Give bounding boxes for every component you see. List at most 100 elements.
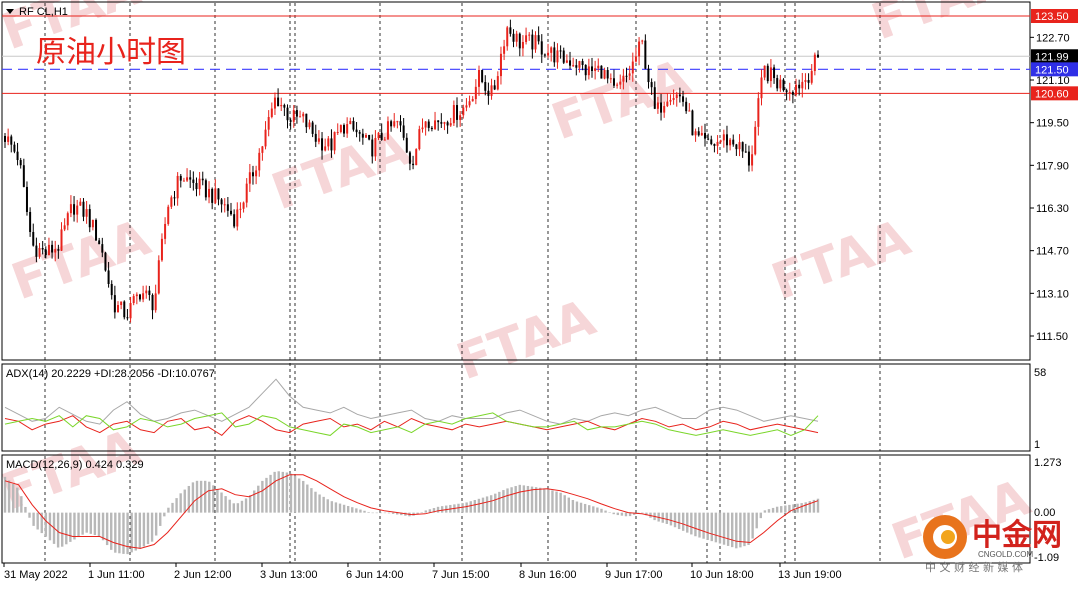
macd-bar bbox=[77, 512, 80, 538]
candle-body bbox=[785, 90, 788, 93]
candle-body bbox=[22, 165, 25, 187]
support-line-tag-text: 120.60 bbox=[1035, 88, 1069, 100]
macd-bar bbox=[669, 512, 673, 526]
time-tick-label: 10 Jun 18:00 bbox=[690, 569, 754, 581]
candle-body bbox=[465, 105, 468, 108]
candle-body bbox=[277, 97, 280, 107]
candle-body bbox=[167, 206, 170, 224]
candle-body bbox=[622, 75, 625, 82]
macd-bar bbox=[735, 512, 738, 549]
candle-body bbox=[292, 110, 295, 122]
candle-body bbox=[763, 65, 766, 78]
logo-tagline: 中 文 财 经 新 媒 体 bbox=[925, 560, 1023, 574]
candle-body bbox=[364, 134, 367, 138]
macd-bar bbox=[44, 512, 48, 537]
candle-body bbox=[807, 80, 810, 83]
macd-bar bbox=[506, 488, 509, 513]
candle-body bbox=[795, 84, 798, 95]
candle-body bbox=[104, 252, 107, 271]
candle-body bbox=[471, 99, 474, 102]
candle-body bbox=[791, 92, 794, 95]
candle-body bbox=[343, 125, 346, 134]
candle-body bbox=[98, 240, 101, 245]
candle-body bbox=[117, 305, 120, 313]
candle-body bbox=[164, 223, 167, 239]
candle-body bbox=[804, 80, 807, 82]
candle-body bbox=[95, 219, 98, 241]
candle-body bbox=[446, 122, 449, 126]
candle-body bbox=[333, 132, 336, 151]
candle-body bbox=[631, 61, 634, 74]
candle-body bbox=[484, 82, 487, 91]
candle-body bbox=[798, 84, 801, 89]
candle-body bbox=[223, 204, 226, 206]
candle-body bbox=[299, 116, 302, 118]
macd-bar bbox=[314, 491, 317, 513]
candle-body bbox=[597, 65, 600, 69]
candle-body bbox=[525, 35, 528, 42]
candle-body bbox=[157, 260, 160, 294]
macd-bar bbox=[751, 512, 754, 539]
candle-body bbox=[346, 124, 349, 134]
candle-body bbox=[60, 229, 63, 251]
candle-body bbox=[456, 105, 459, 120]
macd-bar bbox=[604, 510, 607, 513]
macd-bar bbox=[7, 480, 11, 513]
candle-body bbox=[769, 67, 772, 82]
macd-bar bbox=[236, 503, 240, 513]
candle-body bbox=[248, 172, 251, 184]
candle-body bbox=[553, 47, 556, 63]
candle-body bbox=[744, 151, 747, 153]
candle-body bbox=[499, 53, 502, 77]
macd-bar bbox=[24, 506, 27, 513]
candle-body bbox=[612, 78, 615, 86]
macd-bar bbox=[330, 501, 334, 513]
candle-body bbox=[57, 249, 60, 251]
macd-bar bbox=[383, 512, 387, 514]
macd-bar bbox=[240, 500, 244, 513]
macd-bar bbox=[73, 512, 76, 540]
macd-bar bbox=[220, 492, 223, 513]
macd-bar bbox=[731, 512, 734, 548]
candle-body bbox=[559, 50, 562, 52]
candle-body bbox=[506, 27, 509, 47]
candle-body bbox=[434, 120, 437, 130]
candle-body bbox=[85, 209, 88, 217]
watermark-text: FTAA bbox=[544, 48, 697, 151]
candle-body bbox=[138, 294, 141, 300]
candle-body bbox=[317, 138, 320, 142]
candle-body bbox=[82, 201, 85, 217]
macd-bar bbox=[89, 512, 92, 534]
candle-body bbox=[236, 209, 239, 227]
macd-bar bbox=[379, 512, 383, 514]
candle-body bbox=[32, 231, 35, 246]
macd-bar bbox=[710, 512, 713, 542]
candle-body bbox=[135, 294, 138, 297]
macd-bar bbox=[763, 510, 767, 513]
candle-body bbox=[540, 41, 543, 55]
candle-body bbox=[647, 68, 650, 83]
candle-body bbox=[578, 61, 581, 68]
macd-bar bbox=[555, 491, 558, 513]
candle-body bbox=[650, 82, 653, 88]
macd-bar bbox=[232, 503, 235, 513]
macd-bar bbox=[36, 512, 39, 530]
candle-body bbox=[76, 205, 79, 215]
chart-svg: FTAAFTAAFTAAFTAAFTAAFTAAFTAAFTAAFTAA 123… bbox=[0, 0, 1078, 581]
candle-body bbox=[73, 204, 76, 215]
candle-body bbox=[374, 138, 377, 157]
candle-body bbox=[779, 79, 782, 89]
candle-body bbox=[412, 163, 415, 166]
candle-body bbox=[327, 138, 330, 147]
candle-body bbox=[594, 68, 597, 71]
macd-bar bbox=[191, 482, 195, 513]
candle-body bbox=[91, 219, 94, 228]
candle-body bbox=[7, 136, 10, 142]
macd-bar bbox=[759, 512, 763, 519]
macd-bar bbox=[285, 472, 289, 513]
candle-body bbox=[609, 78, 612, 80]
candle-body bbox=[543, 54, 546, 56]
macd-bar bbox=[208, 481, 211, 513]
candle-body bbox=[305, 113, 308, 128]
price-tick-label: 117.90 bbox=[1036, 160, 1069, 172]
